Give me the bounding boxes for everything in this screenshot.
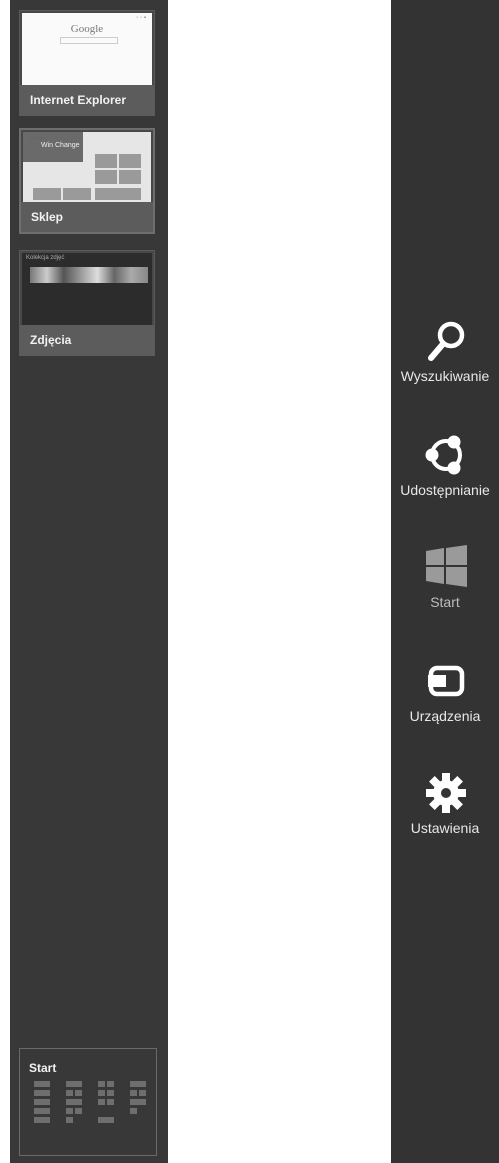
charm-devices[interactable]: Urządzenia xyxy=(391,658,499,748)
thumbnail-tile xyxy=(95,188,141,200)
app-thumbnail: Sklep Win Change xyxy=(23,132,151,204)
search-icon xyxy=(428,321,465,361)
start-screen-tile[interactable]: Start xyxy=(19,1048,157,1156)
windows-logo-icon xyxy=(426,545,467,587)
charm-start[interactable]: Start xyxy=(391,544,499,634)
charm-settings[interactable]: Ustawienia xyxy=(391,770,499,860)
app-label: Zdjęcia xyxy=(20,325,154,355)
charm-label: Udostępnianie xyxy=(400,482,490,498)
charm-share[interactable]: Udostępnianie xyxy=(391,432,499,522)
thumbnail-tile xyxy=(119,154,141,168)
charm-label: Wyszukiwanie xyxy=(400,368,490,384)
thumbnail-tile xyxy=(95,170,117,184)
app-tile-internet-explorer[interactable]: ◦ ◦ ▪ Google Internet Explorer xyxy=(19,10,155,116)
share-icon xyxy=(425,435,462,475)
thumbnail-tile xyxy=(95,154,117,168)
thumbnail-search-box xyxy=(60,37,118,44)
thumbnail-photo-strip xyxy=(30,267,148,283)
thumbnail-tile xyxy=(33,188,61,200)
start-tile-label: Start xyxy=(29,1061,57,1075)
thumbnail-title: Kolekcja zdjęć xyxy=(26,255,65,261)
app-switcher-panel: ◦ ◦ ▪ Google Internet Explorer Sklep Win… xyxy=(10,0,168,1163)
charm-label: Start xyxy=(430,594,460,610)
charm-label: Urządzenia xyxy=(409,708,481,724)
app-thumbnail: Kolekcja zdjęć xyxy=(22,253,152,325)
app-thumbnail: ◦ ◦ ▪ Google xyxy=(22,13,152,85)
thumbnail-tile xyxy=(119,170,141,184)
charm-label: Ustawienia xyxy=(410,820,480,836)
thumbnail-feature-text: Win Change xyxy=(41,142,80,149)
toolbar-icons: ◦ ◦ ▪ xyxy=(136,15,146,21)
app-label: Sklep xyxy=(21,202,153,232)
thumbnail-tile xyxy=(63,188,91,200)
gear-icon xyxy=(426,773,466,813)
app-label: Internet Explorer xyxy=(20,85,154,115)
devices-icon xyxy=(428,665,465,697)
app-tile-store[interactable]: Sklep Win Change Sklep xyxy=(19,128,155,234)
charms-bar: Wyszukiwanie Udostępnianie Start Urządze… xyxy=(391,0,499,1163)
app-tile-photos[interactable]: Kolekcja zdjęć Zdjęcia xyxy=(19,250,155,356)
charm-search[interactable]: Wyszukiwanie xyxy=(391,318,499,408)
thumbnail-logo-text: Google xyxy=(70,23,104,35)
